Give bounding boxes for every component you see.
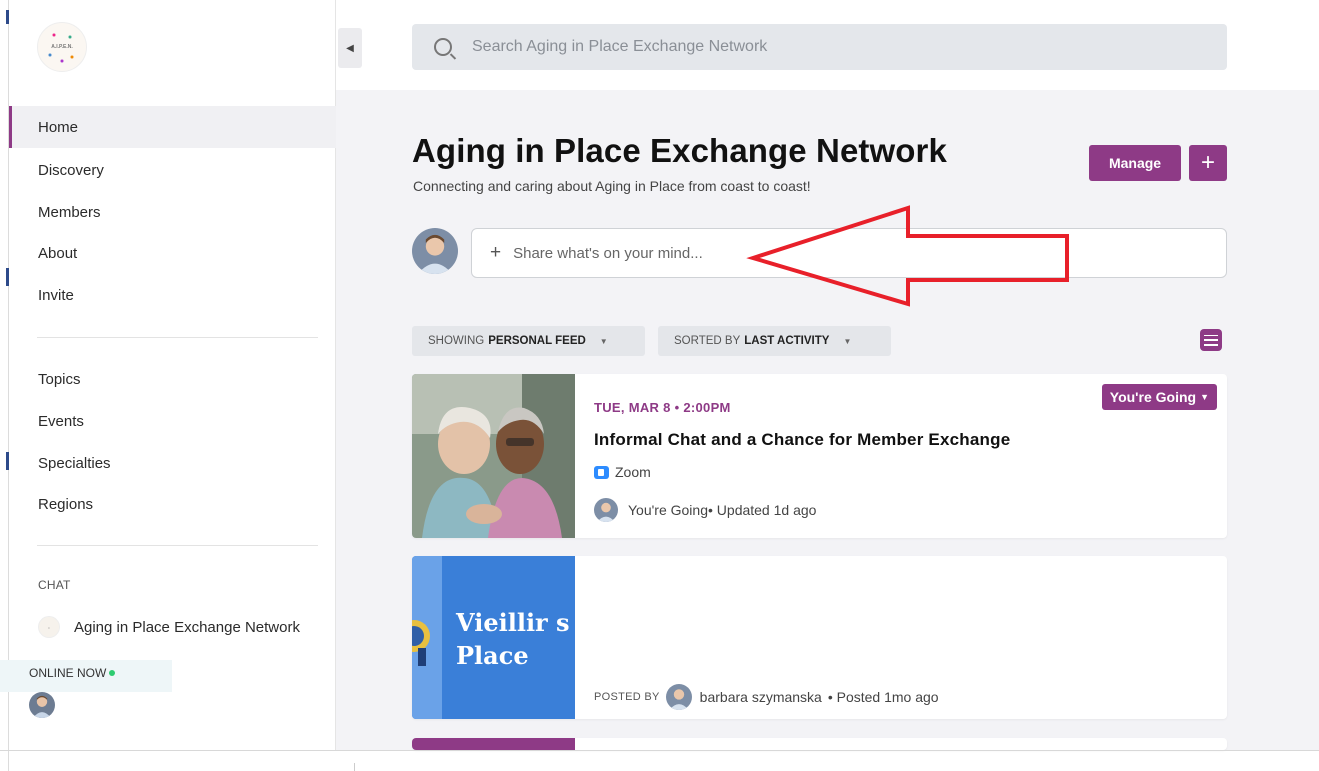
- chat-section-label: CHAT: [38, 578, 71, 592]
- rsvp-dropdown-button[interactable]: You're Going ▼: [1101, 384, 1217, 410]
- sort-dropdown[interactable]: SORTED BY LAST ACTIVITY ▼: [658, 326, 891, 356]
- sidebar-item-label: Events: [38, 412, 84, 430]
- chat-item-label: Aging in Place Exchange Network: [74, 618, 300, 636]
- sidebar-item-label: Invite: [38, 286, 74, 304]
- feed-filter-dropdown[interactable]: SHOWING PERSONAL FEED ▼: [412, 326, 645, 356]
- sidebar-item-label: About: [38, 244, 78, 262]
- add-button[interactable]: +: [1189, 145, 1227, 181]
- event-photo: [412, 374, 575, 538]
- author-name[interactable]: barbara szymanska: [700, 689, 822, 705]
- event-date: TUE, MAR 8 • 2:00PM: [594, 400, 731, 415]
- sidebar-item-topics[interactable]: Topics: [9, 358, 336, 400]
- collapse-sidebar-icon: ◀: [346, 42, 354, 54]
- sidebar-item-label: Regions: [38, 495, 94, 513]
- event-meta: You're Going • Updated 1d ago: [594, 498, 816, 522]
- sidebar-item-members[interactable]: Members: [9, 191, 336, 233]
- online-status-dot: [109, 670, 116, 676]
- post-image: Vieillir s Place: [412, 556, 575, 719]
- sidebar-item-events[interactable]: Events: [9, 400, 336, 442]
- sidebar-item-label: Specialties: [38, 454, 111, 472]
- window-bottom-edge: [0, 750, 1319, 751]
- attendee-avatar: [594, 498, 618, 522]
- plus-icon: +: [490, 242, 502, 263]
- chat-logo: •: [38, 616, 60, 638]
- user-avatar[interactable]: [412, 228, 458, 274]
- sidebar-item-about[interactable]: About: [9, 232, 336, 274]
- search-bar[interactable]: Search Aging in Place Exchange Network: [412, 24, 1227, 70]
- sidebar-item-home[interactable]: Home: [9, 106, 336, 148]
- feed-card-partial[interactable]: [412, 738, 1227, 750]
- sidebar-item-discovery[interactable]: Discovery: [9, 149, 336, 191]
- page-subtitle: Connecting and caring about Aging in Pla…: [413, 178, 811, 194]
- sidebar: A.I.P.E.N. Home Discovery Members About …: [9, 0, 336, 750]
- list-view-icon[interactable]: [1200, 329, 1222, 351]
- sidebar-item-invite[interactable]: Invite: [9, 274, 336, 316]
- sidebar-item-label: Members: [38, 203, 101, 221]
- sidebar-item-specialties[interactable]: Specialties: [9, 442, 336, 484]
- chevron-down-icon: ▼: [599, 336, 608, 346]
- sidebar-item-regions[interactable]: Regions: [9, 483, 336, 525]
- window-edge: [0, 0, 9, 771]
- post-meta: POSTED BY barbara szymanska • Posted 1mo…: [594, 684, 939, 710]
- sidebar-divider: [37, 337, 318, 338]
- post-image-text-line1: Vieillir s: [455, 608, 570, 637]
- manage-button[interactable]: Manage: [1089, 145, 1181, 181]
- search-icon: [434, 38, 452, 56]
- online-member-avatar[interactable]: [29, 692, 55, 718]
- event-card[interactable]: TUE, MAR 8 • 2:00PM Informal Chat and a …: [412, 374, 1227, 538]
- sidebar-divider: [37, 545, 318, 546]
- updated-time: • Updated 1d ago: [708, 502, 817, 518]
- rsvp-status: You're Going: [628, 502, 708, 518]
- event-location: Zoom: [594, 464, 651, 480]
- sidebar-item-label: Topics: [38, 370, 81, 388]
- search-input[interactable]: Search Aging in Place Exchange Network: [472, 38, 767, 56]
- card-image-partial: [412, 738, 575, 750]
- posted-time: • Posted 1mo ago: [827, 689, 939, 705]
- plus-icon: +: [1200, 149, 1215, 176]
- page-title: Aging in Place Exchange Network: [412, 132, 947, 169]
- author-avatar[interactable]: [665, 684, 692, 710]
- zoom-icon: [594, 465, 609, 479]
- window-divider-tick: [354, 763, 355, 771]
- chat-item-network[interactable]: • Aging in Place Exchange Network: [38, 616, 338, 638]
- sidebar-item-label: Home: [38, 118, 79, 136]
- post-image-text-line2: Place: [456, 641, 529, 670]
- share-post-input[interactable]: + Share what's on your mind...: [471, 228, 1227, 278]
- online-now-label: ONLINE NOW: [29, 666, 116, 680]
- chevron-down-icon: ▼: [843, 336, 852, 346]
- share-post-placeholder: Share what's on your mind...: [513, 244, 703, 262]
- post-card[interactable]: Vieillir s Place POSTED BY barbara szyma…: [412, 556, 1227, 719]
- collapse-sidebar-button[interactable]: ◀: [338, 28, 362, 68]
- network-logo[interactable]: A.I.P.E.N.: [37, 22, 87, 72]
- posted-by-label: POSTED BY: [594, 691, 660, 703]
- chevron-down-icon: ▼: [1200, 392, 1209, 402]
- sidebar-item-label: Discovery: [38, 161, 104, 179]
- event-title[interactable]: Informal Chat and a Chance for Member Ex…: [594, 430, 1010, 450]
